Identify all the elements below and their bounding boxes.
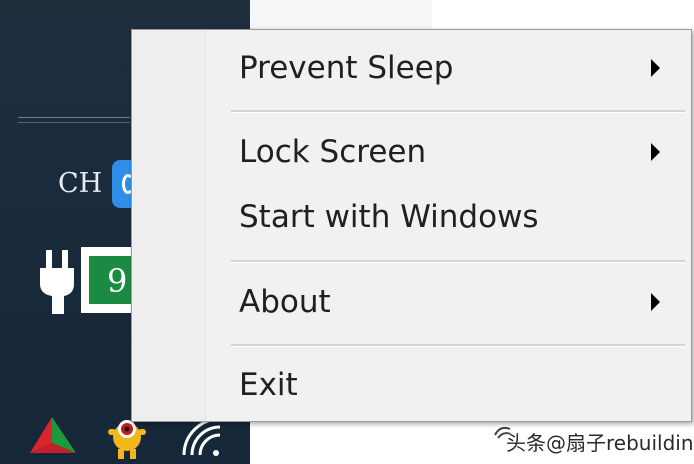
watermark-text: 头条@扇子rebuilding (506, 431, 694, 455)
menu-item-label: Exit (239, 367, 298, 403)
taskbar-divider (18, 117, 130, 118)
chevron-right-icon (651, 59, 660, 77)
menu-item-about[interactable]: About (206, 276, 690, 328)
menu-item-label: About (239, 284, 331, 320)
menu-item-prevent-sleep[interactable]: Prevent Sleep (206, 42, 690, 94)
menu-separator (231, 344, 685, 347)
menu-item-label: Prevent Sleep (239, 50, 454, 86)
menu-separator (231, 260, 685, 263)
power-plug-icon[interactable] (38, 250, 78, 314)
language-indicator[interactable]: CH (58, 168, 102, 199)
taskbar-divider-shadow (18, 122, 130, 123)
menu-item-start-with-windows[interactable]: Start with Windows (206, 191, 690, 243)
tray-context-menu: Prevent Sleep Lock Screen Start with Win… (131, 29, 692, 422)
menu-item-exit[interactable]: Exit (206, 359, 690, 411)
menu-icon-gutter (133, 31, 206, 420)
chevron-right-icon (651, 293, 660, 311)
menu-item-label: Start with Windows (239, 199, 539, 235)
color-triangle-icon[interactable] (28, 413, 80, 457)
menu-item-lock-screen[interactable]: Lock Screen (206, 126, 690, 178)
menu-item-label: Lock Screen (239, 134, 427, 170)
desktop-background (250, 0, 694, 30)
desktop-background-white (432, 0, 694, 30)
chevron-right-icon (651, 143, 660, 161)
menu-separator (231, 110, 685, 113)
